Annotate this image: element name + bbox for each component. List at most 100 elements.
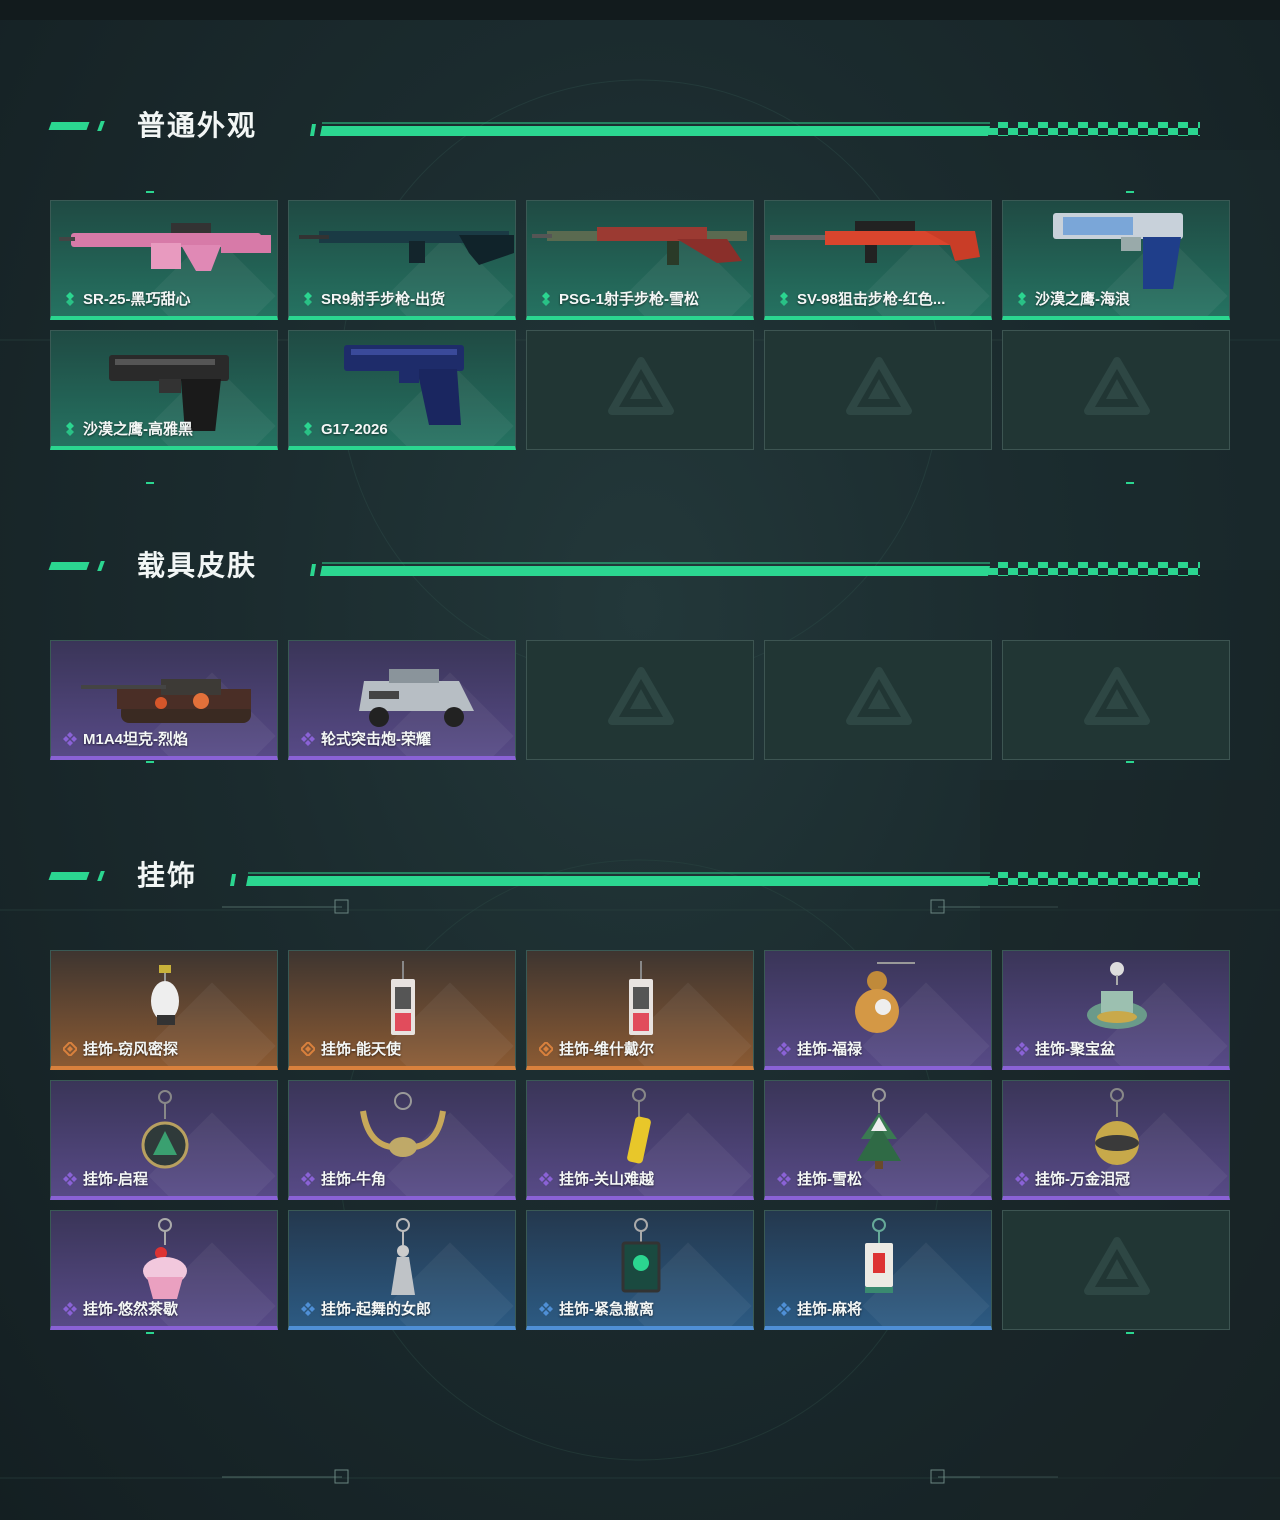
section-grid-skins: SR-25-黑巧甜心 SR9射手步枪-出货 PSG-1射手步枪-雪松 SV-98狙击步… (50, 200, 1230, 450)
grid-tick (1126, 1332, 1134, 1334)
charm-card-icon (391, 961, 415, 1035)
item-card[interactable]: 挂饰-起舞的女郎 (288, 1210, 516, 1330)
item-name: 沙漠之鹰-高雅黑 (83, 421, 193, 438)
item-card[interactable]: 挂饰-万金泪冠 (1002, 1080, 1230, 1200)
item-card[interactable]: 沙漠之鹰-海浪 (1002, 200, 1230, 320)
item-label: 挂饰-关山难越 (539, 1170, 654, 1190)
rarity-normal-icon (66, 422, 74, 436)
item-label: G17-2026 (301, 420, 388, 440)
item-card[interactable]: 轮式突击炮-荣耀 (288, 640, 516, 760)
item-label: PSG-1射手步枪-雪松 (539, 290, 699, 310)
charm-mahjong-icon (865, 1218, 893, 1293)
item-label: 挂饰-能天使 (301, 1040, 401, 1060)
pistol-navy-icon (344, 345, 464, 425)
item-label: 挂饰-启程 (63, 1170, 148, 1190)
item-card[interactable]: PSG-1射手步枪-雪松 (526, 200, 754, 320)
item-card[interactable]: 挂饰-维什戴尔 (526, 950, 754, 1070)
charm-bowl-icon (1087, 962, 1147, 1029)
header-dash (97, 121, 105, 131)
item-card[interactable]: 挂饰-牛角 (288, 1080, 516, 1200)
item-card[interactable]: SR-25-黑巧甜心 (50, 200, 278, 320)
grid-tick (1126, 482, 1134, 484)
grid-tick (1126, 761, 1134, 763)
header-dash (48, 122, 90, 130)
item-label: 挂饰-雪松 (777, 1170, 862, 1190)
rarity-purple-icon (63, 1302, 77, 1316)
grid-tick (146, 191, 154, 193)
rarity-purple-icon (63, 1172, 77, 1186)
rarity-normal-icon (66, 292, 74, 306)
placeholder-logo-icon (846, 667, 912, 725)
rarity-purple-icon (1015, 1042, 1029, 1056)
rarity-purple-icon (777, 1042, 791, 1056)
item-card[interactable]: 沙漠之鹰-高雅黑 (50, 330, 278, 450)
item-label: 沙漠之鹰-海浪 (1015, 290, 1130, 310)
empty-slot (1002, 330, 1230, 450)
item-label: SR9射手步枪-出货 (301, 290, 445, 310)
header-stripe (230, 872, 1200, 886)
item-name: 挂饰-窃风密探 (83, 1041, 178, 1058)
empty-slot (764, 330, 992, 450)
item-label: 挂饰-起舞的女郎 (301, 1300, 431, 1320)
item-name: SR9射手步枪-出货 (321, 291, 446, 308)
charm-rabbit-icon (151, 965, 179, 1025)
placeholder-logo-icon (608, 667, 674, 725)
item-card[interactable]: 挂饰-雪松 (764, 1080, 992, 1200)
item-label: SR-25-黑巧甜心 (63, 290, 191, 310)
header-stripe (310, 122, 1200, 136)
grid-tick (1126, 191, 1134, 193)
item-name: 挂饰-麻将 (797, 1301, 862, 1318)
item-name: 挂饰-启程 (83, 1171, 148, 1188)
empty-slot (526, 330, 754, 450)
rarity-normal-icon (304, 292, 312, 306)
charm-medal-icon (141, 1090, 189, 1169)
item-card[interactable]: M1A4坦克-烈焰 (50, 640, 278, 760)
item-card[interactable]: 挂饰-关山难越 (526, 1080, 754, 1200)
item-card[interactable]: 挂饰-能天使 (288, 950, 516, 1070)
header-dash (97, 561, 105, 571)
item-card[interactable]: 挂饰-聚宝盆 (1002, 950, 1230, 1070)
item-name: 挂饰-关山难越 (559, 1171, 654, 1188)
item-label: SV-98狙击步枪-红色... (777, 290, 945, 310)
item-card[interactable]: 挂饰-麻将 (764, 1210, 992, 1330)
item-card[interactable]: 挂饰-启程 (50, 1080, 278, 1200)
item-label: M1A4坦克-烈焰 (63, 730, 188, 750)
item-name: 挂饰-福禄 (797, 1041, 862, 1058)
item-label: 沙漠之鹰-高雅黑 (63, 420, 193, 440)
item-card[interactable]: SV-98狙击步枪-红色... (764, 200, 992, 320)
item-card[interactable]: G17-2026 (288, 330, 516, 450)
rarity-purple-icon (63, 732, 77, 746)
item-name: 挂饰-维什戴尔 (559, 1041, 654, 1058)
item-card[interactable]: 挂饰-紧急撤离 (526, 1210, 754, 1330)
pistol-blue-icon (1053, 213, 1183, 289)
item-card[interactable]: 挂饰-悠然茶歇 (50, 1210, 278, 1330)
item-label: 挂饰-福禄 (777, 1040, 862, 1060)
item-card[interactable]: 挂饰-窃风密探 (50, 950, 278, 1070)
item-name: 沙漠之鹰-海浪 (1035, 291, 1130, 308)
rarity-orange-icon (63, 1042, 77, 1056)
rarity-purple-icon (1015, 1172, 1029, 1186)
rarity-blue-icon (301, 1302, 315, 1316)
item-label: 挂饰-万金泪冠 (1015, 1170, 1130, 1190)
placeholder-logo-icon (1084, 667, 1150, 725)
placeholder-logo-icon (608, 357, 674, 415)
rifle-pink-icon (59, 223, 271, 271)
charm-cupcake-icon (143, 1218, 187, 1299)
section-header-vehicles: 载具皮肤 (0, 548, 1280, 588)
rifle-dark-icon (299, 231, 514, 265)
rarity-normal-icon (780, 292, 788, 306)
placeholder-logo-icon (1084, 357, 1150, 415)
rarity-purple-icon (301, 732, 315, 746)
empty-slot (526, 640, 754, 760)
pistol-black-icon (109, 355, 229, 431)
rifle-red-icon (532, 227, 747, 265)
item-card[interactable]: 挂饰-福禄 (764, 950, 992, 1070)
charm-horns-icon (360, 1092, 446, 1157)
item-card[interactable]: SR9射手步枪-出货 (288, 200, 516, 320)
item-label: 挂饰-维什戴尔 (539, 1040, 654, 1060)
rarity-normal-icon (542, 292, 550, 306)
rarity-normal-icon (304, 422, 312, 436)
item-name: SR-25-黑巧甜心 (83, 291, 191, 308)
section-header-charms: 挂饰 (0, 858, 1280, 898)
item-name: 挂饰-聚宝盆 (1035, 1041, 1115, 1058)
